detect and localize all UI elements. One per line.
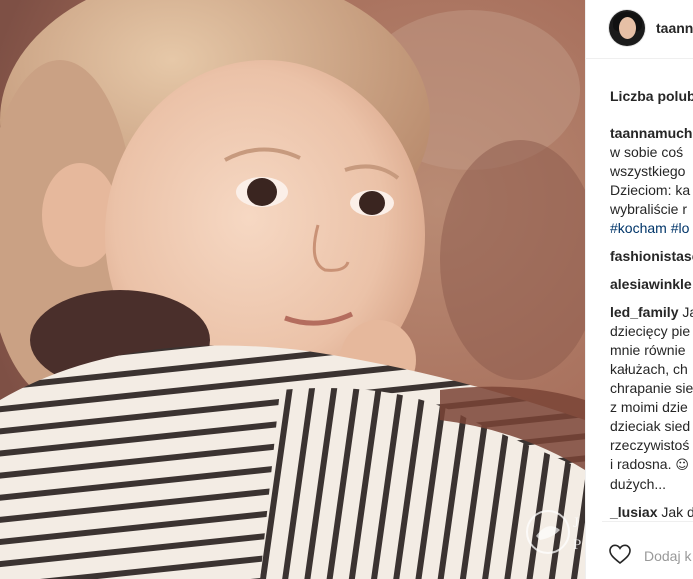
comment-text: Jak d — [657, 504, 693, 520]
watermark-logo-icon — [526, 510, 570, 554]
list-item: _lusiax Jak d — [610, 503, 693, 522]
comment-username-link[interactable]: fashionistasc — [610, 248, 693, 264]
comment-text-line: Dzieciom: ka — [610, 182, 691, 198]
hashtag-link[interactable]: #kocham #lo — [610, 219, 693, 238]
post-username-link[interactable]: taannamuch — [656, 19, 693, 37]
comment-text-line: chrapanie sie — [610, 380, 693, 396]
post-header: taannamuch — [586, 0, 693, 59]
comment-text-line: wybraliście r — [610, 201, 688, 217]
comment-username-link[interactable]: taannamuch — [610, 125, 692, 141]
comment-text-line: wszystkiego — [610, 163, 686, 179]
comment-text-line: i radosna. — [610, 456, 676, 472]
comment-text-line: mnie równie — [610, 342, 686, 358]
comment-text: Ja — [682, 304, 693, 320]
post-photo[interactable]: J P — [0, 0, 585, 579]
list-item: fashionistasc — [610, 247, 693, 266]
list-item: alesiawinkle — [610, 275, 693, 294]
add-comment-input[interactable]: Dodaj k — [644, 547, 691, 565]
watermark-text: J P — [573, 515, 582, 553]
likes-count[interactable]: Liczba polub — [610, 87, 693, 105]
list-item: taannamuch w sobie coś wszystkiego Dziec… — [610, 124, 693, 238]
comment-text-line: dziecięcy pie — [610, 323, 691, 339]
comment-text-line: dużych... — [610, 476, 667, 492]
comment-username-link[interactable]: led_family — [610, 304, 678, 320]
heart-outline-icon[interactable] — [608, 542, 632, 566]
comment-text-line: rzeczywistoś — [610, 437, 690, 453]
comment-text-line: z moimi dzie — [610, 399, 688, 415]
footer-divider — [602, 521, 693, 522]
post-details-panel: taannamuch Liczba polub taannamuch w sob… — [586, 0, 693, 579]
comment-text-line: dzieciak sied — [610, 418, 691, 434]
comment-username-link[interactable]: alesiawinkle — [610, 276, 692, 292]
list-item: led_family Ja dziecięcy pie mnie równie … — [610, 303, 693, 494]
smiley-emoji-icon: ☺ — [675, 458, 689, 473]
comment-text-line: kałużach, ch — [610, 361, 688, 377]
avatar[interactable] — [609, 10, 645, 46]
comment-text-line: w sobie coś — [610, 144, 684, 160]
comments-list: taannamuch w sobie coś wszystkiego Dziec… — [610, 124, 693, 531]
child-photo-illustration — [0, 0, 585, 579]
comment-username-link[interactable]: _lusiax — [610, 504, 657, 520]
